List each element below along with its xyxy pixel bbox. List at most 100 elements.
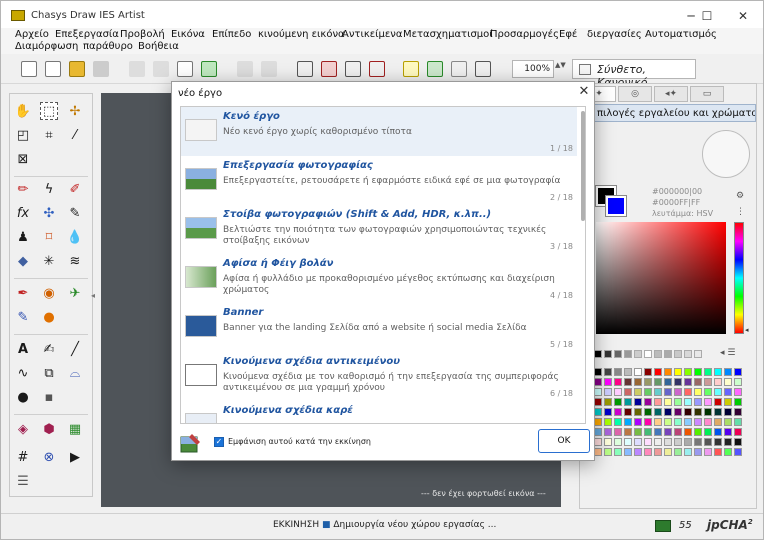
palette-swatch[interactable] <box>734 448 742 456</box>
palette-swatch[interactable] <box>644 398 652 406</box>
template-item-frame-animation[interactable]: Κινούμενα σχέδια καρέ <box>181 401 577 423</box>
menu-effects[interactable]: Εφέ <box>559 29 577 40</box>
stamp-tool-icon[interactable]: ♟ <box>14 228 32 246</box>
template-item-object-animation[interactable]: Κινούμενα σχέδια αντικειμένου Κινούμενα … <box>181 352 577 401</box>
palette-swatch[interactable] <box>594 398 602 406</box>
saturation-value-picker[interactable] <box>596 222 726 334</box>
copy-icon[interactable] <box>153 61 169 77</box>
menu-transforms[interactable]: Μετασχηματισμοί <box>403 29 493 40</box>
box-tool-icon[interactable]: ▪ <box>40 388 58 406</box>
palette-swatch[interactable] <box>684 438 692 446</box>
palette-swatch[interactable] <box>724 418 732 426</box>
template-item-poster[interactable]: Αφίσα ή Φέιγ βολάν Αφίσα ή φυλλάδιο με π… <box>181 254 577 303</box>
palette-swatch[interactable] <box>704 418 712 426</box>
palette-swatch[interactable] <box>614 398 622 406</box>
palette-swatch[interactable] <box>724 368 732 376</box>
palette-swatch[interactable] <box>714 438 722 446</box>
palette-swatch[interactable] <box>734 368 742 376</box>
text-tool-icon[interactable]: A <box>14 340 32 358</box>
palette-swatch[interactable] <box>664 408 672 416</box>
tab-layers[interactable]: ◎ <box>618 86 652 102</box>
palette-swatch[interactable] <box>704 388 712 396</box>
tab-properties[interactable]: ▭ <box>690 86 724 102</box>
menu-window[interactable]: παράθυρο <box>83 41 133 52</box>
palette-swatch[interactable] <box>624 388 632 396</box>
palette-swatch[interactable] <box>724 438 732 446</box>
palette-swatch[interactable] <box>604 378 612 386</box>
hue-slider[interactable] <box>734 222 744 334</box>
collapse-arrow-icon[interactable]: ◂ <box>91 291 95 300</box>
menu-edit[interactable]: Επεξεργασία <box>55 29 119 40</box>
palette-swatch[interactable] <box>614 418 622 426</box>
sharpen-tool-icon[interactable]: ◆ <box>14 252 32 270</box>
grid-icon[interactable] <box>321 61 337 77</box>
select-tool-icon[interactable]: ⬚ <box>40 102 58 120</box>
palette-swatch[interactable] <box>684 388 692 396</box>
palette-swatch[interactable] <box>624 418 632 426</box>
palette-swatch[interactable] <box>704 428 712 436</box>
palette-swatch[interactable] <box>694 378 702 386</box>
palette-swatch[interactable] <box>714 378 722 386</box>
palette-swatch[interactable] <box>694 448 702 456</box>
polygon-tool-icon[interactable]: ⌓ <box>66 364 84 382</box>
palette-swatch[interactable] <box>724 408 732 416</box>
palette-swatch[interactable] <box>734 398 742 406</box>
close-button[interactable]: ✕ <box>731 7 755 25</box>
water-drop-tool-icon[interactable]: 💧 <box>66 228 84 246</box>
new-file-icon[interactable] <box>21 61 37 77</box>
save-icon[interactable] <box>93 61 109 77</box>
palette-swatch[interactable] <box>594 418 602 426</box>
blend-mode-dropdown[interactable]: Σύνθετο, Κανονικό <box>572 59 696 89</box>
new-window-icon[interactable] <box>45 61 61 77</box>
select-mode-icon[interactable] <box>403 61 419 77</box>
palette-swatch[interactable] <box>644 438 652 446</box>
undo-icon[interactable] <box>237 61 253 77</box>
tab-history[interactable]: ◂✦ <box>654 86 688 102</box>
palette-swatch[interactable] <box>634 418 642 426</box>
dialog-close-button[interactable]: ✕ <box>576 84 592 100</box>
palette-swatch[interactable] <box>664 388 672 396</box>
palette-swatch[interactable] <box>634 448 642 456</box>
palette-swatch[interactable] <box>714 368 722 376</box>
palette-swatch[interactable] <box>714 398 722 406</box>
palette-swatch[interactable] <box>684 428 692 436</box>
palette-swatch[interactable] <box>674 378 682 386</box>
palette-swatch[interactable] <box>694 398 702 406</box>
gradient-tool-icon[interactable]: ✈ <box>66 284 84 302</box>
palette-swatch[interactable] <box>594 448 602 456</box>
curve-tool-icon[interactable]: ∿ <box>14 364 32 382</box>
menu-help[interactable]: Βοήθεια <box>138 41 179 52</box>
palette-swatch[interactable] <box>664 448 672 456</box>
palette-swatch[interactable] <box>634 368 642 376</box>
bandage-tool-icon[interactable]: ⌑ <box>40 228 58 246</box>
palette-swatch[interactable] <box>694 368 702 376</box>
palette-swatch[interactable] <box>664 438 672 446</box>
zoom-spinner[interactable]: ▲▼ <box>555 61 566 77</box>
palette-swatch[interactable] <box>624 428 632 436</box>
template-item-photo-stack[interactable]: Στοίβα φωτογραφιών (Shift & Add, HDR, κ.… <box>181 205 577 254</box>
palette-swatch[interactable] <box>624 438 632 446</box>
menu-processes[interactable]: διεργασίες <box>587 29 642 40</box>
gray-swatch[interactable] <box>604 350 612 358</box>
paste-new-icon[interactable] <box>177 61 193 77</box>
redo-icon[interactable] <box>261 61 277 77</box>
palette-swatch[interactable] <box>734 388 742 396</box>
palette-swatch[interactable] <box>594 368 602 376</box>
palette-swatch[interactable] <box>594 428 602 436</box>
frame-icon[interactable] <box>451 61 467 77</box>
sphere-tool-icon[interactable]: ● <box>40 308 58 326</box>
cut-icon[interactable] <box>129 61 145 77</box>
palette-swatch[interactable] <box>724 448 732 456</box>
palette-swatch[interactable] <box>684 378 692 386</box>
palette-swatch[interactable] <box>724 378 732 386</box>
palette-swatch[interactable] <box>624 448 632 456</box>
palette-swatch[interactable] <box>604 438 612 446</box>
rect-select-tool-icon[interactable]: ◰ <box>14 126 32 144</box>
pencil-tool-icon[interactable]: ✏ <box>14 180 32 198</box>
palette-swatch[interactable] <box>664 428 672 436</box>
palette-swatch[interactable] <box>714 428 722 436</box>
palette-swatch[interactable] <box>624 408 632 416</box>
palette-swatch[interactable] <box>644 388 652 396</box>
open-folder-icon[interactable] <box>69 61 85 77</box>
palette-swatch[interactable] <box>674 418 682 426</box>
